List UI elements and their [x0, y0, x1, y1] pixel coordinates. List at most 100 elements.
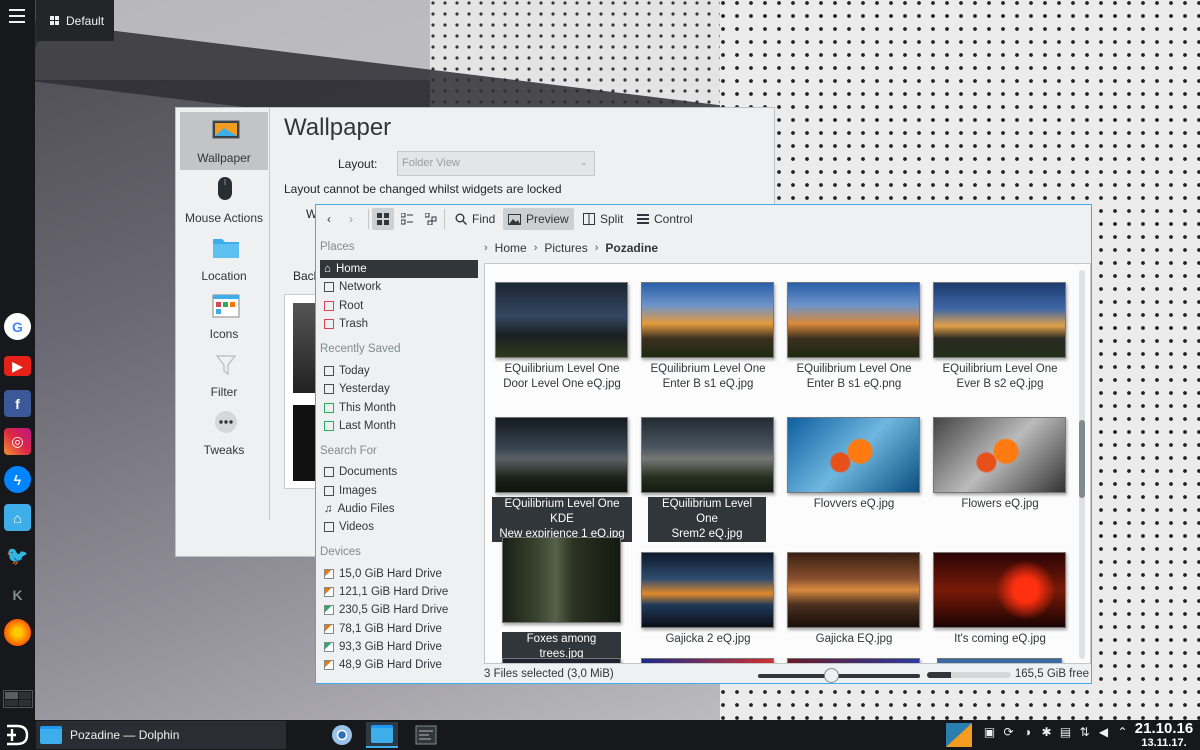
file-thumbnail[interactable] — [937, 658, 1062, 663]
kde-icon[interactable]: K — [4, 581, 31, 608]
recent-item-today[interactable]: Today — [320, 362, 478, 380]
file-name[interactable]: Flowers eQ.jpg — [927, 497, 1073, 512]
file-thumbnail[interactable] — [933, 417, 1066, 493]
bluetooth-icon[interactable]: ✱ — [1039, 725, 1054, 740]
sidebar-item-icons[interactable]: Icons — [180, 288, 268, 346]
chromium-launcher[interactable] — [326, 722, 358, 748]
file-name[interactable]: EQuilibrium Level One KDE New expirience … — [492, 497, 632, 542]
scrollbar[interactable] — [1079, 270, 1085, 659]
file-thumbnail[interactable] — [495, 417, 628, 493]
left-panel: G ▶ f ◎ ϟ ⌂ 🐦 K — [0, 0, 35, 720]
instagram-icon[interactable]: ◎ — [4, 428, 31, 455]
desktop-pager[interactable] — [944, 722, 974, 748]
zoom-slider[interactable] — [758, 674, 920, 678]
file-name[interactable]: Gajicka EQ.jpg — [781, 632, 927, 647]
sidebar-item-location[interactable]: Location — [180, 230, 268, 288]
activity-switcher[interactable]: Default — [36, 0, 114, 41]
file-name[interactable]: EQuilibrium Level One Ever B s2 eQ.jpg — [927, 362, 1073, 392]
file-name[interactable]: EQuilibrium Level One Srem2 eQ.jpg — [648, 497, 766, 542]
device-item[interactable]: 230,5 GiB Hard Drive — [320, 601, 478, 619]
places-item-network[interactable]: Network — [320, 278, 478, 296]
file-thumbnail[interactable] — [787, 658, 920, 663]
chevron-right-icon: › — [533, 242, 538, 254]
menu-icon[interactable] — [9, 9, 25, 25]
file-thumbnail[interactable] — [641, 552, 774, 628]
places-item-root[interactable]: Root — [320, 297, 478, 315]
back-button[interactable]: ‹ — [322, 208, 336, 230]
layout-combo[interactable]: Folder View ⌄ — [397, 151, 595, 176]
recent-item-yesterday[interactable]: Yesterday — [320, 380, 478, 398]
zoom-slider-handle[interactable] — [823, 668, 839, 683]
twitter-icon[interactable]: 🐦 — [4, 543, 31, 570]
find-button[interactable]: Find — [450, 208, 500, 230]
device-item[interactable]: 121,1 GiB Hard Drive — [320, 583, 478, 601]
clipboard-icon[interactable]: ▤ — [1058, 725, 1073, 740]
volume-icon[interactable]: ◀ — [1096, 725, 1111, 740]
recent-item-last-month[interactable]: Last Month — [320, 417, 478, 435]
device-item[interactable]: 78,1 GiB Hard Drive — [320, 620, 478, 638]
file-name[interactable]: EQuilibrium Level One Door Level One eQ.j… — [489, 362, 635, 392]
root-folder-icon — [324, 301, 334, 311]
home-folder-icon[interactable]: ⌂ — [4, 504, 31, 531]
sidebar-item-wallpaper[interactable]: Wallpaper — [180, 112, 268, 170]
device-item[interactable]: 48,9 GiB Hard Drive — [320, 656, 478, 674]
search-item-videos[interactable]: Videos — [320, 518, 478, 536]
device-item[interactable]: 15,0 GiB Hard Drive — [320, 565, 478, 583]
file-thumbnail[interactable] — [933, 552, 1066, 628]
file-name[interactable]: EQuilibrium Level One Enter B s1 eQ.jpg — [635, 362, 781, 392]
sidebar-item-filter[interactable]: Filter — [180, 346, 268, 404]
file-thumbnail[interactable] — [641, 658, 774, 663]
file-thumbnail[interactable] — [787, 282, 920, 358]
file-name[interactable]: EQuilibrium Level One Enter B s1 eQ.png — [781, 362, 927, 392]
recent-item-this-month[interactable]: This Month — [320, 399, 478, 417]
youtube-icon[interactable]: ▶ — [4, 356, 31, 376]
icons-view-button[interactable] — [372, 208, 394, 230]
breadcrumb-pozadine[interactable]: Pozadine — [605, 241, 658, 255]
file-thumbnail[interactable] — [502, 537, 621, 623]
search-item-audio[interactable]: ♫ Audio Files — [320, 500, 478, 518]
breadcrumb-pictures[interactable]: Pictures — [544, 241, 587, 255]
file-name[interactable]: It's coming eQ.jpg — [927, 632, 1073, 647]
film-icon — [324, 522, 334, 532]
file-thumbnail[interactable] — [787, 417, 920, 493]
compact-view-button[interactable] — [396, 208, 418, 230]
device-item[interactable]: 93,3 GiB Hard Drive — [320, 638, 478, 656]
forward-button[interactable]: › — [344, 208, 358, 230]
google-icon[interactable]: G — [4, 313, 31, 340]
dolphin-launcher[interactable] — [366, 722, 398, 748]
file-thumbnail[interactable] — [641, 282, 774, 358]
search-item-documents[interactable]: Documents — [320, 463, 478, 481]
search-item-images[interactable]: Images — [320, 482, 478, 500]
file-thumbnail[interactable] — [787, 552, 920, 628]
messenger-icon[interactable]: ϟ — [4, 466, 31, 493]
sidebar-item-mouse-actions[interactable]: Mouse Actions — [180, 172, 268, 230]
task-dolphin[interactable]: Pozadine — Dolphin — [36, 721, 286, 749]
file-thumbnail[interactable] — [502, 658, 621, 663]
split-button[interactable]: Split — [578, 208, 628, 230]
details-view-button[interactable] — [420, 208, 442, 230]
places-item-trash[interactable]: Trash — [320, 315, 478, 333]
control-button[interactable]: Control — [632, 208, 698, 230]
breadcrumb-home[interactable]: Home — [495, 241, 527, 255]
digital-clock[interactable]: 21.10.16 13.11.17. — [1128, 720, 1200, 749]
pager-widget[interactable] — [3, 690, 33, 708]
places-item-home[interactable]: ⌂ Home — [320, 260, 478, 278]
updates-icon[interactable]: ⟳ — [1001, 725, 1016, 740]
kdeconnect-icon[interactable]: ◑ — [1020, 725, 1035, 740]
screenshot-icon[interactable]: ▣ — [982, 725, 997, 740]
file-thumbnail[interactable] — [933, 282, 1066, 358]
application-launcher-icon[interactable] — [2, 722, 32, 748]
sidebar-item-tweaks[interactable]: Tweaks — [180, 404, 268, 462]
network-icon[interactable]: ⇅ — [1077, 725, 1092, 740]
scrollbar-handle[interactable] — [1079, 420, 1085, 498]
firefox-icon[interactable] — [4, 619, 31, 646]
file-name[interactable]: Gajicka 2 eQ.jpg — [635, 632, 781, 647]
file-thumbnail[interactable] — [495, 282, 628, 358]
file-thumbnail[interactable] — [641, 417, 774, 493]
preview-button[interactable]: Preview — [503, 208, 574, 230]
file-view[interactable]: EQuilibrium Level One Door Level One eQ.j… — [484, 263, 1091, 664]
file-name[interactable]: Flovvers eQ.jpg — [781, 497, 927, 512]
facebook-icon[interactable]: f — [4, 390, 31, 417]
kate-launcher[interactable] — [410, 722, 442, 748]
activity-label: Default — [66, 13, 105, 28]
